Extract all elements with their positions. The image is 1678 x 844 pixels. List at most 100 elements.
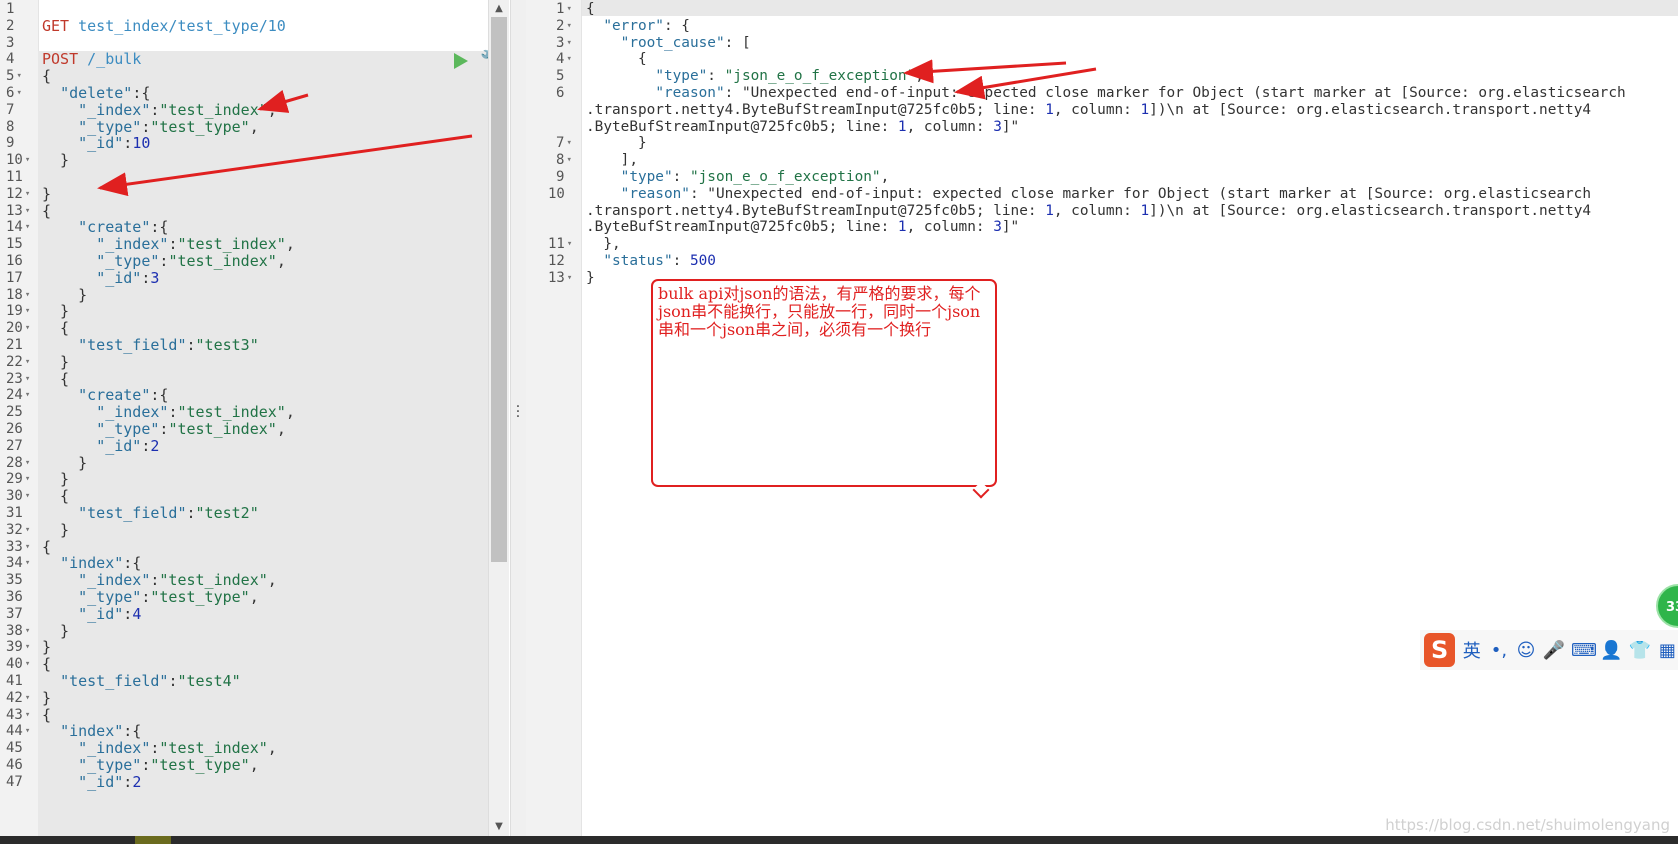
- request-code-line[interactable]: "test_field":"test4": [42, 672, 241, 690]
- request-code-line[interactable]: "_index":"test_index",: [42, 571, 277, 589]
- request-code-line[interactable]: "_type":"test_type",: [42, 756, 259, 774]
- request-code-line[interactable]: "_type":"test_index",: [42, 420, 286, 438]
- line-number: 13 ▾: [6, 202, 31, 219]
- request-code-line[interactable]: "_index":"test_index",: [42, 403, 295, 421]
- request-code-line[interactable]: "index":{: [42, 722, 141, 740]
- request-code-line[interactable]: "_id":3: [42, 269, 159, 287]
- fold-toggle-icon[interactable]: ▾: [25, 659, 30, 669]
- fold-toggle-icon[interactable]: ▾: [25, 206, 30, 216]
- request-code-line[interactable]: POST /_bulk: [42, 50, 141, 68]
- fold-toggle-icon[interactable]: ▾: [567, 239, 572, 249]
- fold-toggle-icon[interactable]: ▾: [25, 374, 30, 384]
- request-code-line[interactable]: "_index":"test_index",: [42, 101, 277, 119]
- taskbar[interactable]: [0, 836, 1678, 844]
- grid-icon[interactable]: ▦: [1657, 640, 1678, 661]
- request-code-line[interactable]: "delete":{: [42, 84, 150, 102]
- response-code-line: ],: [586, 152, 638, 169]
- request-editor[interactable]: 1 2 GET test_index/test_type/10 3 4 POST /_bu…: [0, 0, 510, 836]
- request-code-line[interactable]: "_type":"test_index",: [42, 252, 286, 270]
- fold-toggle-icon[interactable]: ▾: [25, 357, 30, 367]
- fold-toggle-icon[interactable]: ▾: [566, 4, 571, 14]
- request-code-line[interactable]: }: [42, 638, 51, 656]
- taskbar-item[interactable]: [135, 836, 171, 844]
- request-code-line[interactable]: }: [42, 622, 69, 640]
- request-code-line[interactable]: {: [42, 67, 51, 85]
- fold-toggle-icon[interactable]: ▾: [25, 525, 30, 535]
- request-code-line[interactable]: "create":{: [42, 386, 168, 404]
- fold-toggle-icon[interactable]: ▾: [25, 323, 30, 333]
- line-number: 41: [6, 673, 23, 689]
- run-request-button[interactable]: [454, 53, 468, 69]
- scroll-up-icon[interactable]: ▲: [492, 2, 506, 16]
- scroll-down-icon[interactable]: ▼: [492, 820, 506, 834]
- request-code-line[interactable]: GET test_index/test_type/10: [42, 17, 286, 35]
- request-code-line[interactable]: {: [42, 202, 51, 220]
- request-code-line[interactable]: {: [42, 655, 51, 673]
- request-code-line[interactable]: "_index":"test_index",: [42, 739, 277, 757]
- line-number: 6 ▾: [6, 85, 22, 101]
- fold-toggle-icon[interactable]: ▾: [567, 273, 572, 283]
- request-code-line[interactable]: }: [42, 470, 69, 488]
- fold-toggle-icon[interactable]: ▾: [25, 491, 30, 501]
- request-code-line[interactable]: "_index":"test_index",: [42, 235, 295, 253]
- fold-toggle-icon[interactable]: ▾: [25, 542, 30, 552]
- request-code-line[interactable]: {: [42, 487, 69, 505]
- punctuation-toggle[interactable]: •,: [1488, 640, 1509, 661]
- user-icon[interactable]: 👤: [1600, 640, 1622, 661]
- request-code-line[interactable]: }: [42, 286, 87, 304]
- fold-toggle-icon[interactable]: ▾: [25, 710, 30, 720]
- request-code-line[interactable]: {: [42, 706, 51, 724]
- fold-toggle-icon[interactable]: ▾: [25, 474, 30, 484]
- request-scrollbar-thumb[interactable]: [491, 17, 507, 562]
- fold-toggle-icon[interactable]: ▾: [25, 390, 30, 400]
- fold-toggle-icon[interactable]: ▾: [25, 306, 30, 316]
- request-code-line[interactable]: "index":{: [42, 554, 141, 572]
- request-code-line[interactable]: }: [42, 521, 69, 539]
- request-code-line[interactable]: "_type":"test_type",: [42, 588, 259, 606]
- line-number: 40 ▾: [6, 656, 31, 673]
- request-code-line[interactable]: }: [42, 353, 69, 371]
- fold-toggle-icon[interactable]: ▾: [25, 642, 30, 652]
- fold-toggle-icon[interactable]: ▾: [25, 693, 30, 703]
- request-code-line[interactable]: "test_field":"test3": [42, 336, 259, 354]
- request-code-line[interactable]: }: [42, 185, 51, 203]
- fold-toggle-icon[interactable]: ▾: [25, 558, 30, 568]
- drag-handle-icon[interactable]: · · ·: [515, 400, 521, 424]
- microphone-icon[interactable]: 🎤: [1543, 640, 1565, 661]
- sogou-logo-icon[interactable]: S: [1424, 633, 1456, 667]
- request-code-line[interactable]: "_id":2: [42, 437, 159, 455]
- fold-toggle-icon[interactable]: ▾: [566, 38, 571, 48]
- ime-mode-toggle[interactable]: 英: [1461, 637, 1482, 663]
- smile-icon[interactable]: ☺: [1515, 640, 1536, 661]
- fold-toggle-icon[interactable]: ▾: [566, 155, 571, 165]
- fold-toggle-icon[interactable]: ▾: [566, 138, 571, 148]
- request-code-line[interactable]: {: [42, 319, 69, 337]
- fold-toggle-icon[interactable]: ▾: [25, 155, 30, 165]
- ime-toolbar[interactable]: S 英 •, ☺ 🎤 ⌨ 👤 👕 ▦: [1420, 630, 1678, 670]
- request-code-line[interactable]: "create":{: [42, 218, 168, 236]
- request-code-line[interactable]: }: [42, 689, 51, 707]
- request-code-line[interactable]: {: [42, 370, 69, 388]
- fold-toggle-icon[interactable]: ▾: [25, 458, 30, 468]
- keyboard-icon[interactable]: ⌨: [1571, 640, 1597, 661]
- fold-toggle-icon[interactable]: ▾: [25, 189, 30, 199]
- request-code-line[interactable]: "_type":"test_type",: [42, 118, 259, 136]
- request-code-line[interactable]: "_id":2: [42, 773, 141, 791]
- request-code-line[interactable]: "_id":4: [42, 605, 141, 623]
- request-code-line[interactable]: "_id":10: [42, 134, 150, 152]
- shirt-icon[interactable]: 👕: [1628, 640, 1650, 661]
- fold-toggle-icon[interactable]: ▾: [25, 290, 30, 300]
- fold-toggle-icon[interactable]: ▾: [25, 726, 30, 736]
- line-number: 12 ▾: [6, 185, 31, 202]
- fold-toggle-icon[interactable]: ▾: [16, 88, 21, 98]
- fold-toggle-icon[interactable]: ▾: [25, 222, 30, 232]
- request-code-line[interactable]: }: [42, 151, 69, 169]
- request-code-line[interactable]: {: [42, 538, 51, 556]
- request-code-line[interactable]: }: [42, 454, 87, 472]
- fold-toggle-icon[interactable]: ▾: [25, 626, 30, 636]
- fold-toggle-icon[interactable]: ▾: [566, 21, 571, 31]
- fold-toggle-icon[interactable]: ▾: [566, 54, 571, 64]
- fold-toggle-icon[interactable]: ▾: [16, 71, 21, 81]
- request-code-line[interactable]: }: [42, 302, 69, 320]
- request-code-line[interactable]: "test_field":"test2": [42, 504, 259, 522]
